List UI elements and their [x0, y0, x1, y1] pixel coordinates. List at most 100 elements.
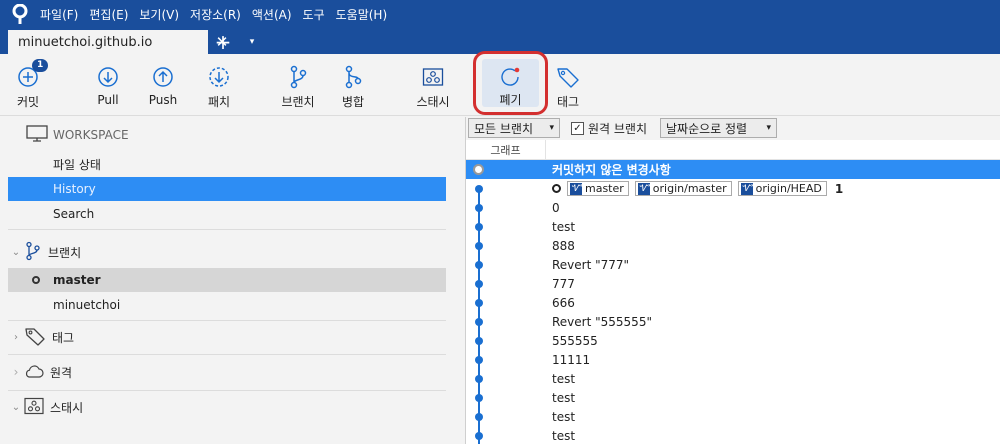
tab-list-dropdown-icon[interactable]: ▾ [244, 31, 260, 53]
commit-row-head[interactable]: Ꮙmaster Ꮙorigin/master Ꮙorigin/HEAD 1 [466, 179, 1000, 198]
discard-button[interactable]: 폐기 [482, 59, 539, 107]
menu-actions[interactable]: 액션(A) [252, 6, 292, 23]
commit-row[interactable]: test [466, 369, 1000, 388]
commit-row[interactable]: test [466, 407, 1000, 426]
discard-label: 폐기 [499, 93, 522, 107]
history-label: History [53, 182, 96, 196]
commit-message: Revert "777" [552, 257, 630, 272]
commit-row[interactable]: test [466, 217, 1000, 236]
push-arrow-up-icon [152, 64, 174, 90]
workspace-header[interactable]: WORKSPACE [8, 123, 446, 147]
ref-badge-origin-head[interactable]: Ꮙorigin/HEAD [737, 181, 827, 196]
divider [8, 390, 446, 391]
push-button[interactable]: Push [146, 54, 180, 114]
divider [8, 354, 446, 355]
branch-icon: Ꮙ [637, 182, 650, 195]
menu-bar: 파일(F) 편집(E) 보기(V) 저장소(R) 액션(A) 도구 도움말(H) [0, 0, 1000, 28]
tag-icon [24, 326, 46, 349]
branches-header[interactable]: ⌄ 브랜치 [8, 240, 446, 264]
uncommitted-node-icon [473, 164, 484, 175]
commit-node-icon [475, 412, 483, 421]
commit-node-icon [475, 336, 483, 345]
commit-list: 커밋하지 않은 변경사항 Ꮙmaster Ꮙorigin/master Ꮙori… [466, 160, 1000, 444]
sidebar-item-history[interactable]: History [8, 177, 446, 201]
tags-header[interactable]: › 태그 [8, 325, 446, 349]
graph-column-header[interactable]: 그래프 [466, 140, 546, 160]
commit-node-icon [475, 374, 483, 383]
merge-button[interactable]: 병합 [339, 54, 367, 114]
sourcetree-logo-icon [0, 0, 40, 28]
sidebar-item-search[interactable]: Search [8, 202, 446, 226]
commit-row[interactable]: Revert "555555" [466, 312, 1000, 331]
ref-label: origin/HEAD [755, 182, 822, 195]
branch-label: master [53, 273, 101, 287]
menu-edit[interactable]: 편집(E) [89, 6, 128, 23]
divider [8, 320, 446, 321]
branch-button[interactable]: 브랜치 [279, 54, 317, 114]
fetch-label: 패치 [207, 95, 231, 109]
new-tab-button[interactable]: + [210, 30, 236, 54]
commit-label: 커밋 [16, 95, 40, 109]
discard-highlight: 폐기 [473, 51, 548, 115]
commit-button[interactable]: 1 커밋 [10, 54, 49, 114]
sort-dropdown[interactable]: 날짜순으로 정렬 ▾ [660, 118, 777, 138]
tag-button[interactable]: 태그 [552, 54, 584, 114]
stashes-header[interactable]: ⌄ 스태시 [8, 395, 446, 419]
repo-tab[interactable]: minuetchoi.github.io ✕ [8, 30, 228, 54]
sidebar: WORKSPACE 파일 상태 History Search ⌄ 브랜치 mas… [0, 117, 462, 444]
commit-node-icon [475, 241, 483, 250]
search-label: Search [53, 207, 95, 221]
menu-file[interactable]: 파일(F) [40, 6, 78, 23]
commit-list-header: 그래프 [466, 140, 1000, 160]
commit-row[interactable]: 555555 [466, 331, 1000, 350]
sidebar-item-branch-master[interactable]: master [8, 268, 446, 292]
ref-badge-master[interactable]: Ꮙmaster [567, 181, 629, 196]
commit-row[interactable]: Revert "777" [466, 255, 1000, 274]
pull-arrow-down-icon [97, 64, 119, 90]
menu-tools[interactable]: 도구 [303, 6, 325, 23]
commit-message: test [552, 390, 576, 405]
pull-button[interactable]: Pull [93, 54, 123, 114]
fetch-arrow-down-icon [208, 64, 230, 90]
current-branch-icon [32, 276, 40, 284]
menu-help[interactable]: 도움말(H) [336, 6, 388, 23]
commit-row-uncommitted[interactable]: 커밋하지 않은 변경사항 [466, 160, 1000, 179]
branch-icon: Ꮙ [740, 182, 753, 195]
branches-label: 브랜치 [48, 245, 82, 260]
file-status-label: 파일 상태 [53, 157, 101, 172]
sidebar-item-branch-minuetchoi[interactable]: minuetchoi [8, 293, 446, 317]
commit-row[interactable]: test [466, 388, 1000, 407]
commit-node-icon [475, 355, 483, 364]
pull-label: Pull [97, 93, 119, 107]
sidebar-item-file-status[interactable]: 파일 상태 [8, 152, 446, 176]
commit-row[interactable]: 0 [466, 198, 1000, 217]
commit-message: 0 [552, 200, 560, 215]
menu-view[interactable]: 보기(V) [139, 6, 179, 23]
push-label: Push [148, 93, 178, 107]
commit-row[interactable]: test [466, 426, 1000, 444]
chevron-down-icon: ▾ [766, 123, 771, 133]
remotes-label: 원격 [50, 365, 73, 380]
tag-label: 태그 [556, 95, 580, 109]
commit-node-icon [475, 317, 483, 326]
commit-message: test [552, 371, 576, 386]
commit-message: test [552, 219, 576, 234]
commit-row[interactable]: 777 [466, 274, 1000, 293]
monitor-icon [26, 124, 48, 146]
commit-row[interactable]: 666 [466, 293, 1000, 312]
commit-node-icon [475, 203, 483, 212]
commit-node-icon [475, 279, 483, 288]
menu-repository[interactable]: 저장소(R) [190, 6, 241, 23]
commit-message: 커밋하지 않은 변경사항 [552, 163, 671, 177]
commit-message: 555555 [552, 333, 598, 348]
commit-row[interactable]: 11111 [466, 350, 1000, 369]
remotes-header[interactable]: › 원격 [8, 360, 446, 384]
remote-branches-checkbox[interactable]: ✓ 원격 브랜치 [571, 118, 647, 138]
fetch-button[interactable]: 패치 [204, 54, 234, 114]
stash-box-icon [422, 64, 444, 90]
commit-row[interactable]: 888 [466, 236, 1000, 255]
stash-button[interactable]: 스태시 [412, 54, 454, 114]
ref-badge-origin-master[interactable]: Ꮙorigin/master [634, 181, 732, 196]
branch-filter-dropdown[interactable]: 모든 브랜치 ▾ [468, 118, 560, 138]
commit-node-icon [475, 431, 483, 440]
